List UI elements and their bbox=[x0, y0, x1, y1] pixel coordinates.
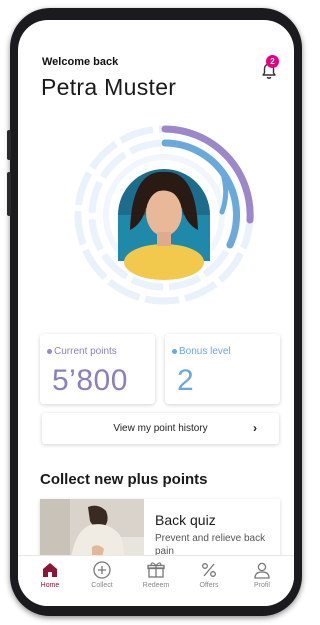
tab-offers[interactable]: Offers bbox=[183, 560, 235, 589]
tab-home-label: Home bbox=[40, 582, 60, 589]
view-point-history-label: View my point history bbox=[113, 423, 208, 434]
welcome-label: Welcome back bbox=[42, 56, 119, 68]
mute-switch bbox=[7, 130, 11, 160]
tab-redeem[interactable]: Redeem bbox=[130, 560, 182, 589]
bonus-level-label: Bonus level bbox=[179, 346, 231, 357]
percent-icon bbox=[202, 563, 216, 577]
section-title: Collect new plus points bbox=[40, 471, 208, 488]
gift-icon bbox=[147, 562, 165, 578]
tab-profil[interactable]: Profil bbox=[236, 560, 288, 589]
notification-badge: 2 bbox=[266, 55, 279, 68]
home-icon bbox=[43, 563, 57, 577]
current-points-card: Current points 5’800 bbox=[40, 334, 155, 404]
avatar bbox=[118, 169, 210, 280]
purple-dot bbox=[47, 349, 52, 354]
view-point-history-button[interactable]: View my point history › bbox=[42, 413, 279, 444]
bonus-level-card: Bonus level 2 bbox=[165, 334, 280, 404]
current-points-value: 5’800 bbox=[52, 364, 128, 397]
app-screen: Welcome back Petra Muster 2 Current poin… bbox=[18, 20, 294, 606]
points-progress-rings bbox=[74, 125, 254, 305]
tab-collect[interactable]: Collect bbox=[76, 560, 128, 589]
tab-offers-label: Offers bbox=[199, 582, 219, 589]
plus-circle-icon bbox=[93, 561, 111, 579]
offer-title: Back quiz bbox=[155, 512, 216, 528]
current-points-label: Current points bbox=[54, 346, 117, 357]
tab-profil-label: Profil bbox=[254, 582, 270, 589]
bottom-tab-bar: Home Collect Redeem Offers Profil bbox=[18, 555, 294, 606]
tab-collect-label: Collect bbox=[91, 582, 113, 589]
tab-home[interactable]: Home bbox=[24, 560, 76, 589]
ring-progress-blue-short bbox=[219, 175, 229, 215]
volume-button bbox=[7, 172, 11, 216]
user-name: Petra Muster bbox=[41, 74, 177, 100]
user-icon bbox=[254, 562, 270, 579]
chevron-right-icon: › bbox=[253, 421, 257, 435]
blue-dot bbox=[172, 349, 177, 354]
bonus-level-value: 2 bbox=[177, 364, 195, 397]
tab-redeem-label: Redeem bbox=[142, 582, 170, 589]
